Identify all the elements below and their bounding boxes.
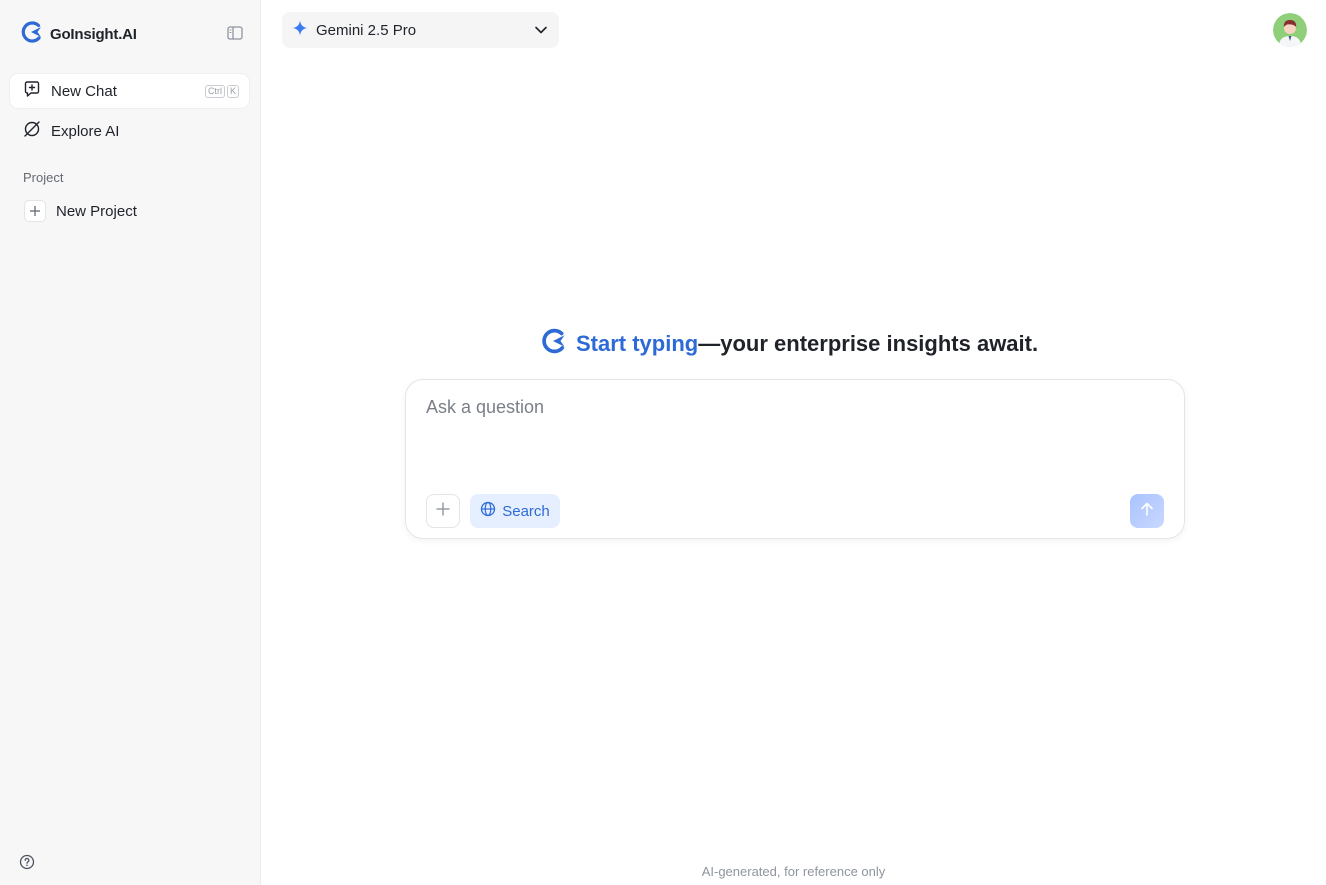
new-chat-icon <box>23 80 41 102</box>
plus-icon <box>435 501 451 522</box>
shortcut-hint: Ctrl K <box>204 84 239 98</box>
sidebar: GoInsight.AI New Chat Ctrl K Explore AI … <box>0 0 261 885</box>
explore-icon <box>23 120 41 142</box>
hero-rest-text: —your enterprise insights await. <box>698 331 1039 356</box>
sidebar-item-new-chat[interactable]: New Chat Ctrl K <box>10 74 249 108</box>
help-icon <box>19 854 35 874</box>
app-root: GoInsight.AI New Chat Ctrl K Explore AI … <box>0 0 1326 885</box>
question-input[interactable] <box>426 397 1166 477</box>
hero-heading: Start typing—your enterprise insights aw… <box>538 326 1039 362</box>
chevron-down-icon <box>534 23 548 41</box>
sparkle-icon <box>292 20 308 40</box>
chat-composer: Search <box>405 379 1185 539</box>
disclaimer-note: AI-generated, for reference only <box>701 864 886 879</box>
sidebar-item-label: Explore AI <box>51 122 120 140</box>
send-button[interactable] <box>1130 494 1164 528</box>
goinsight-logo-icon <box>18 19 44 50</box>
main-area: Gemini 2.5 Pro Start typing—your enterpr… <box>261 0 1326 885</box>
avatar-icon <box>1273 13 1307 47</box>
brand[interactable]: GoInsight.AI <box>18 20 137 48</box>
project-section-label: Project <box>23 170 64 185</box>
sidebar-collapse-button[interactable] <box>224 25 246 45</box>
arrow-up-icon <box>1139 501 1155 522</box>
shortcut-key: Ctrl <box>204 84 225 98</box>
hero-accent-text: Start typing <box>576 331 699 356</box>
globe-icon <box>480 501 496 521</box>
web-search-toggle[interactable]: Search <box>470 494 560 528</box>
goinsight-logo-icon <box>538 326 568 362</box>
search-label: Search <box>502 502 550 520</box>
brand-name: GoInsight.AI <box>50 25 137 43</box>
help-button[interactable] <box>19 854 35 870</box>
user-avatar[interactable] <box>1273 13 1307 47</box>
plus-icon <box>24 200 46 222</box>
new-project-label: New Project <box>56 202 137 220</box>
sidebar-item-explore-ai[interactable]: Explore AI <box>10 114 249 148</box>
sidebar-toggle-icon <box>227 25 243 45</box>
new-project-button[interactable]: New Project <box>24 199 137 223</box>
model-selector[interactable]: Gemini 2.5 Pro <box>282 12 559 48</box>
shortcut-key: K <box>226 84 239 98</box>
sidebar-item-label: New Chat <box>51 82 117 100</box>
attach-button[interactable] <box>426 494 460 528</box>
model-name: Gemini 2.5 Pro <box>316 21 417 39</box>
